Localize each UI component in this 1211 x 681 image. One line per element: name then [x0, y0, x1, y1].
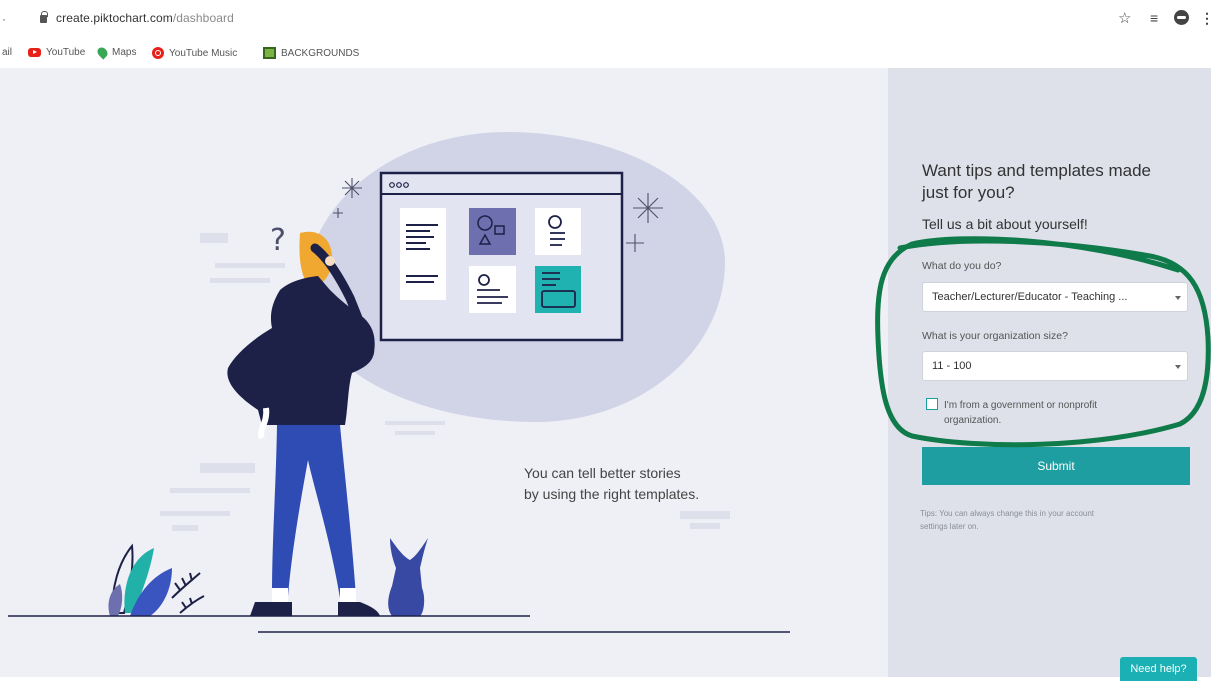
bookmark-maps[interactable]: Maps: [95, 45, 137, 60]
bookmark-youtube-music[interactable]: YouTube Music: [152, 47, 237, 59]
back-arrow-icon[interactable]: ·: [2, 12, 6, 26]
youtube-music-icon: [152, 47, 164, 59]
role-select-value: Teacher/Lecturer/Educator - Teaching ...: [932, 291, 1128, 303]
profile-icon[interactable]: [1174, 10, 1189, 25]
organization-size-value: 11 - 100: [932, 360, 972, 372]
bookmark-label: YouTube: [46, 47, 86, 58]
star-icon[interactable]: ☆: [1118, 9, 1131, 27]
person-looking-at-templates-illustration: ?: [8, 171, 790, 633]
nonprofit-checkbox-label[interactable]: I'm from a government or nonprofit organ…: [944, 398, 1154, 428]
bookmark-label: BACKGROUNDS: [281, 47, 360, 59]
lock-icon[interactable]: [40, 11, 48, 23]
bookmark-backgrounds[interactable]: BACKGROUNDS: [263, 47, 359, 59]
submit-button[interactable]: Submit: [922, 447, 1190, 485]
organization-size-select[interactable]: 11 - 100: [922, 351, 1188, 381]
role-label: What do you do?: [922, 260, 1002, 272]
bookmark-fragment[interactable]: ail: [2, 47, 12, 58]
nonprofit-checkbox[interactable]: [926, 398, 938, 410]
bookmark-label: YouTube Music: [169, 47, 238, 59]
organization-size-label: What is your organization size?: [922, 330, 1068, 342]
folder-icon: [263, 47, 276, 59]
settings-tip: Tips: You can always change this in your…: [920, 509, 1095, 531]
chevron-down-icon: [1175, 296, 1181, 300]
bookmark-youtube[interactable]: YouTube: [28, 47, 85, 58]
tagline-line-1: You can tell better stories: [524, 465, 681, 481]
svg-text:?: ?: [270, 223, 286, 258]
reading-list-icon[interactable]: ≡: [1150, 10, 1158, 26]
maps-icon: [95, 45, 110, 60]
url-path: /dashboard: [172, 11, 234, 25]
tagline: You can tell better stories by using the…: [524, 463, 699, 505]
form-title: Want tips and templates made just for yo…: [922, 161, 1151, 202]
tagline-line-2: by using the right templates.: [524, 486, 700, 502]
page: ? You can tell better stories by using t…: [0, 68, 1211, 681]
onboarding-form-panel: Want tips and templates made just for yo…: [888, 68, 1211, 681]
menu-kebab-icon[interactable]: ⋮: [1200, 10, 1211, 27]
form-subtitle: Tell us a bit about yourself!: [922, 216, 1088, 232]
address-bar: · create.piktochart.com/dashboard ☆ ≡ ⋮: [0, 0, 1211, 38]
url-host: create.piktochart.com: [56, 11, 173, 25]
url-field[interactable]: create.piktochart.com/dashboard: [56, 11, 234, 25]
bookmark-label: Maps: [112, 47, 137, 58]
chevron-down-icon: [1175, 365, 1181, 369]
bookmarks-bar: ail YouTube Maps YouTube Music BACKGROUN…: [0, 38, 1211, 68]
onboarding-illustration-panel: ? You can tell better stories by using t…: [0, 68, 888, 677]
youtube-icon: [28, 48, 41, 57]
need-help-button[interactable]: Need help?: [1120, 657, 1197, 681]
role-select[interactable]: Teacher/Lecturer/Educator - Teaching ...: [922, 282, 1188, 312]
